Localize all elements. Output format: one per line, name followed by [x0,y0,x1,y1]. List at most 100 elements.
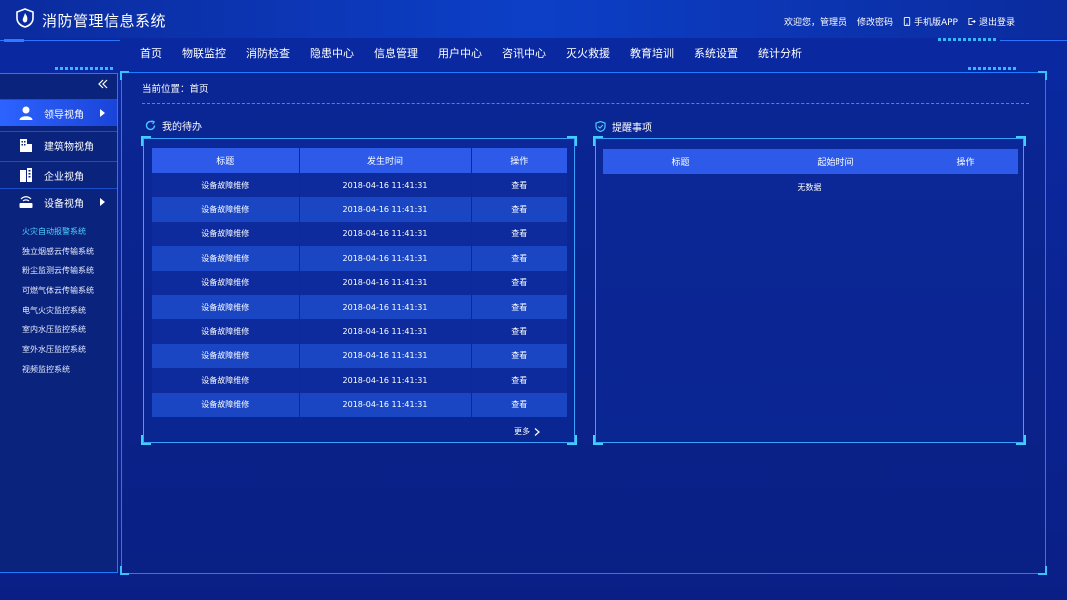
title-cell: 设备故障维修 [152,294,300,320]
view-link[interactable]: 查看 [471,343,567,369]
mobile-app-link[interactable]: 手机版APP [903,15,958,28]
view-link[interactable]: 查看 [471,392,567,417]
user-icon [19,106,33,120]
title-cell: 设备故障维修 [152,197,300,222]
submenu-item[interactable]: 电气火灾监控系统 [22,301,94,321]
view-link[interactable]: 查看 [471,173,567,198]
title-cell: 设备故障维修 [152,173,300,198]
time-cell: 2018-04-16 11:41:31 [299,392,472,417]
submenu-item[interactable]: 可燃气体云传输系统 [22,281,94,301]
column-header: 发生时间 [299,148,472,173]
table-row: 设备故障维修 2018-04-16 11:41:31 查看 [152,368,567,393]
app-title: 消防管理信息系统 [42,12,167,30]
reminders-title: 提醒事项 [595,119,652,134]
shield-logo-icon [16,8,34,28]
submenu-item[interactable]: 独立烟感云传输系统 [22,242,94,262]
view-link[interactable]: 查看 [471,294,567,320]
nav-user-center[interactable]: 用户中心 [428,44,492,66]
empty-state: 无数据 [797,183,822,192]
nav-iot-monitor[interactable]: 物联监控 [172,44,236,66]
submenu-item[interactable]: 火灾自动报警系统 [22,222,94,242]
view-link[interactable]: 查看 [471,197,567,222]
title-cell: 设备故障维修 [152,343,300,369]
column-header: 标题 [603,149,758,174]
nav-system-settings[interactable]: 系统设置 [684,44,748,66]
frame-corner [120,71,129,80]
header-deco-dashes-right2 [968,67,1018,70]
table-row: 设备故障维修 2018-04-16 11:41:31 查看 [152,197,567,222]
device-submenu: 火灾自动报警系统 独立烟感云传输系统 粉尘监测云传输系统 可燃气体云传输系统 电… [22,222,94,380]
table-row: 设备故障维修 2018-04-16 11:41:31 查看 [152,246,567,271]
submenu-item[interactable]: 视频监控系统 [22,360,94,380]
title-cell: 设备故障维修 [152,221,300,247]
view-link[interactable]: 查看 [471,246,567,271]
change-password-link[interactable]: 修改密码 [857,15,893,28]
title-cell: 设备故障维修 [152,392,300,417]
submenu-item[interactable]: 室外水压监控系统 [22,340,94,360]
nav-fire-rescue[interactable]: 灭火救援 [556,44,620,66]
sidebar-item-enterprise-view[interactable]: 企业视角 [0,161,117,188]
table-row: 设备故障维修 2018-04-16 11:41:31 查看 [152,270,567,295]
column-header: 操作 [471,148,567,173]
panel-corner [1016,435,1026,445]
reminders-title-label: 提醒事项 [612,123,652,134]
logout-link[interactable]: 退出登录 [968,15,1015,28]
sidebar: 领导视角 建筑物视角 企业视角 设备视角 火灾自动报警系统 独立烟感云传输系统 … [0,73,118,573]
sidebar-item-label: 企业视角 [44,171,84,183]
frame-corner [1038,566,1047,575]
main-nav: 首页 物联监控 消防检查 隐患中心 信息管理 用户中心 咨讯中心 灭火救援 教育… [130,44,812,66]
logout-label: 退出登录 [978,18,1015,28]
header-deco-dashes-topleft [4,39,24,42]
nav-hazard-center[interactable]: 隐患中心 [300,44,364,66]
more-link[interactable]: 更多 [514,426,540,437]
sidebar-item-leader-view[interactable]: 领导视角 [0,99,117,126]
header-deco-dashes-right [938,38,998,41]
nav-statistics[interactable]: 统计分析 [748,44,812,66]
time-cell: 2018-04-16 11:41:31 [299,221,472,247]
sidebar-item-device-view[interactable]: 设备视角 [0,188,117,215]
table-row: 设备故障维修 2018-04-16 11:41:31 查看 [152,173,567,198]
router-icon [19,196,33,208]
time-cell: 2018-04-16 11:41:31 [299,246,472,271]
welcome-text: 欢迎您，管理员 [783,18,847,28]
logout-icon [968,17,976,26]
view-link[interactable]: 查看 [471,368,567,393]
time-cell: 2018-04-16 11:41:31 [299,294,472,320]
table-row: 设备故障维修 2018-04-16 11:41:31 查看 [152,221,567,247]
nav-info-management[interactable]: 信息管理 [364,44,428,66]
top-header: 消防管理信息系统 欢迎您，管理员 修改密码 手机版APP 退出登录 [0,0,1067,38]
nav-news-center[interactable]: 咨讯中心 [492,44,556,66]
nav-training[interactable]: 教育培训 [620,44,684,66]
sidebar-item-building-view[interactable]: 建筑物视角 [0,131,117,158]
title-cell: 设备故障维修 [152,368,300,393]
chevron-right-icon [100,198,105,206]
table-row: 设备故障维修 2018-04-16 11:41:31 查看 [152,319,567,344]
panel-corner [567,435,577,445]
nav-home[interactable]: 首页 [130,44,172,66]
panel-corner [141,435,151,445]
refresh-icon [145,120,156,131]
todo-title-label: 我的待办 [162,122,202,133]
todo-table: 标题 发生时间 操作 设备故障维修 2018-04-16 11:41:31 查看 设… [152,148,567,417]
table-row: 设备故障维修 2018-04-16 11:41:31 查看 [152,392,567,417]
column-header: 操作 [913,149,1018,174]
submenu-item[interactable]: 室内水压监控系统 [22,320,94,340]
chevron-right-icon [100,109,105,117]
main-content: 当前位置：首页 我的待办 提醒事项 标题 发生时间 操作 设备故障维修 2018-… [120,71,1047,575]
view-link[interactable]: 查看 [471,221,567,247]
nav-fire-inspection[interactable]: 消防检查 [236,44,300,66]
view-link[interactable]: 查看 [471,319,567,344]
table-row: 设备故障维修 2018-04-16 11:41:31 查看 [152,343,567,369]
time-cell: 2018-04-16 11:41:31 [299,343,472,369]
header-divider-right [1000,40,1067,41]
breadcrumb: 当前位置：首页 [142,84,209,95]
column-header: 起始时间 [758,149,913,174]
time-cell: 2018-04-16 11:41:31 [299,319,472,344]
submenu-item[interactable]: 粉尘监测云传输系统 [22,261,94,281]
more-label: 更多 [514,427,530,436]
breadcrumb-divider [142,103,1029,104]
panel-corner [593,136,603,146]
panel-corner [567,136,577,146]
collapse-sidebar-icon[interactable] [97,78,109,90]
view-link[interactable]: 查看 [471,270,567,295]
